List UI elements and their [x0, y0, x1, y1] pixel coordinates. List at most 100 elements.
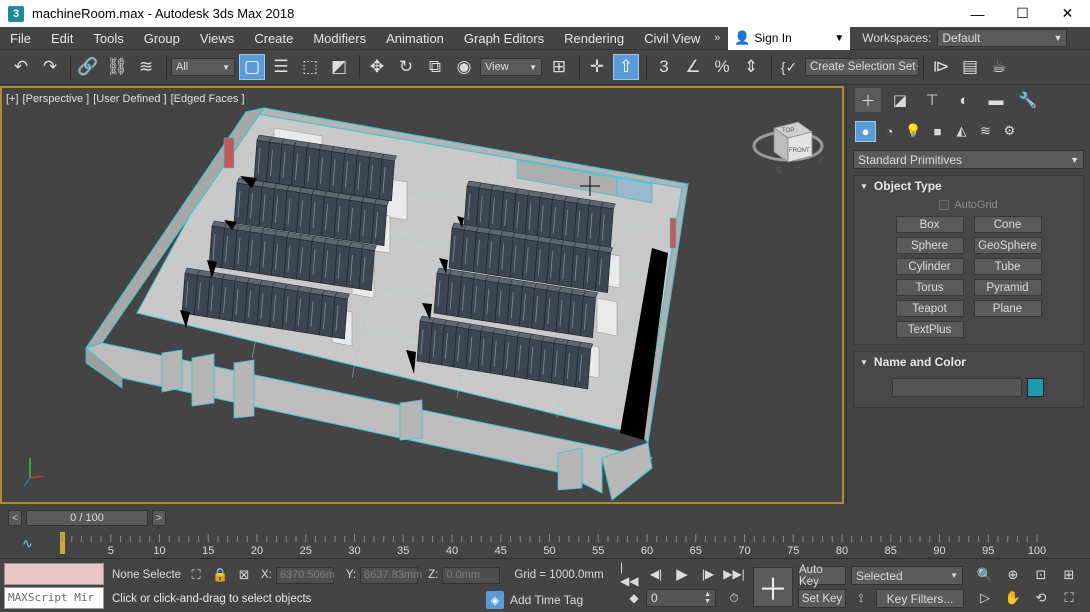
zoom-all-icon[interactable]: ⊕	[1002, 565, 1024, 584]
torus-button[interactable]: Torus	[895, 279, 964, 296]
menu-file[interactable]: File	[0, 27, 41, 50]
autogrid-checkbox[interactable]: AutoGrid	[854, 196, 1083, 214]
absolute-mode-icon[interactable]: ⊠	[235, 566, 253, 584]
select-scale-icon[interactable]: ⧉	[422, 54, 448, 80]
select-object-icon[interactable]: ▢	[239, 54, 265, 80]
selection-filter-dropdown[interactable]: All ▼	[171, 58, 235, 76]
y-coordinate-field[interactable]: 8637.83mm	[360, 566, 422, 584]
utilities-tab-icon[interactable]: 🔧	[1015, 88, 1041, 112]
cone-button[interactable]: Cone	[973, 216, 1042, 233]
set-keys-big-button[interactable]: ＋	[753, 567, 793, 607]
set-key-button[interactable]: Set Key	[798, 589, 846, 608]
next-frame-arrow-icon[interactable]: >	[152, 510, 166, 526]
angle-snap-icon[interactable]: ∠	[680, 54, 706, 80]
play-icon[interactable]: ▶	[672, 565, 692, 583]
maximize-viewport-icon[interactable]: ⛶	[1058, 588, 1080, 607]
perspective-viewport[interactable]: [+] [Perspective ] [User Defined ] [Edge…	[0, 86, 844, 504]
key-filters-button[interactable]: Key Filters...	[876, 589, 964, 608]
box-button[interactable]: Box	[895, 216, 964, 233]
close-button[interactable]: ✕	[1045, 0, 1090, 27]
orbit-icon[interactable]: ⟲	[1030, 588, 1052, 607]
key-selection-set-dropdown[interactable]: Selected ▼	[851, 566, 963, 585]
display-tab-icon[interactable]: ▬	[983, 88, 1009, 112]
redo-icon[interactable]: ↷	[37, 54, 63, 80]
viewport-shading-menu[interactable]: [Edged Faces ]	[171, 93, 245, 105]
undo-icon[interactable]: ↶	[8, 54, 34, 80]
field-of-view-icon[interactable]: ▷	[974, 588, 996, 607]
viewcube[interactable]: TOP FRONT S E	[754, 118, 826, 178]
go-to-end-icon[interactable]: ▶▶|	[723, 565, 745, 583]
previous-frame-arrow-icon[interactable]: <	[8, 510, 22, 526]
menu-animation[interactable]: Animation	[376, 27, 454, 50]
sign-in-button[interactable]: 👤 Sign In ▼	[728, 26, 851, 50]
cylinder-button[interactable]: Cylinder	[895, 258, 964, 275]
go-to-start-icon[interactable]: |◀◀	[620, 560, 640, 588]
menu-modifiers[interactable]: Modifiers	[303, 27, 376, 50]
space-warps-icon[interactable]: ≋	[975, 121, 996, 142]
modify-tab-icon[interactable]: ◪	[887, 88, 913, 112]
edit-named-selection-icon[interactable]: {✓	[776, 54, 802, 80]
textplus-button[interactable]: TextPlus	[895, 321, 964, 338]
isolate-selection-icon[interactable]: ⛶	[187, 566, 205, 584]
menu-rendering[interactable]: Rendering	[554, 27, 634, 50]
pan-view-icon[interactable]: ✋	[1002, 588, 1024, 607]
shapes-icon[interactable]: ◔	[879, 121, 900, 142]
menu-views[interactable]: Views	[190, 27, 244, 50]
default-in-out-tangents-icon[interactable]: ⟟	[851, 589, 871, 607]
teapot-button[interactable]: Teapot	[895, 300, 964, 317]
create-selection-set-dropdown[interactable]: Create Selection Set ▼	[805, 58, 919, 76]
previous-frame-icon[interactable]: ◀|	[646, 565, 666, 583]
name-and-color-header[interactable]: ▼ Name and Color	[854, 352, 1083, 372]
manipulate-icon[interactable]: ✛	[584, 54, 610, 80]
menu-graph-editors[interactable]: Graph Editors	[454, 27, 554, 50]
menu-tools[interactable]: Tools	[83, 27, 133, 50]
select-move-icon[interactable]: ✥	[364, 54, 390, 80]
tube-button[interactable]: Tube	[973, 258, 1042, 275]
next-frame-icon[interactable]: |▶	[698, 565, 718, 583]
menu-overflow-icon[interactable]: »	[710, 32, 724, 44]
menu-group[interactable]: Group	[134, 27, 190, 50]
select-rotate-icon[interactable]: ↻	[393, 54, 419, 80]
menu-create[interactable]: Create	[244, 27, 303, 50]
object-name-field[interactable]	[892, 378, 1022, 397]
reference-coord-dropdown[interactable]: View ▼	[480, 58, 542, 76]
spinner-icon[interactable]: ▲ ▼	[704, 591, 711, 605]
x-coordinate-field[interactable]: 6370.506m	[275, 566, 335, 584]
mirror-icon[interactable]: ⧐	[928, 54, 954, 80]
spinner-snap-icon[interactable]: ⇕	[738, 54, 764, 80]
plane-button[interactable]: Plane	[973, 300, 1042, 317]
sphere-button[interactable]: Sphere	[895, 237, 964, 254]
z-coordinate-field[interactable]: 0.0mm	[442, 566, 501, 584]
geosphere-button[interactable]: GeoSphere	[973, 237, 1042, 254]
percent-snap-icon[interactable]: %	[709, 54, 735, 80]
unlink-icon[interactable]: ⛓	[104, 54, 130, 80]
window-crossing-icon[interactable]: ◩	[326, 54, 352, 80]
maxscript-output[interactable]	[4, 563, 104, 585]
object-color-swatch[interactable]	[1027, 378, 1044, 397]
placement-icon[interactable]: ◉	[451, 54, 477, 80]
link-icon[interactable]: 🔗	[75, 54, 101, 80]
geometry-icon[interactable]: ●	[855, 120, 876, 142]
key-mode-toggle-icon[interactable]: ◆	[624, 589, 644, 607]
hierarchy-tab-icon[interactable]: ⊤	[919, 88, 945, 112]
motion-tab-icon[interactable]: ◐	[951, 88, 977, 112]
select-by-name-icon[interactable]: ☰	[268, 54, 294, 80]
viewport-point-of-view-menu[interactable]: [Perspective ]	[23, 93, 90, 105]
menu-civil-view[interactable]: Civil View	[634, 27, 710, 50]
bind-space-warp-icon[interactable]: ≋	[133, 54, 159, 80]
selection-lock-icon[interactable]: 🔒	[211, 566, 229, 584]
primitive-category-dropdown[interactable]: Standard Primitives ▼	[853, 150, 1084, 169]
add-time-tag-button[interactable]: ◈ Add Time Tag	[486, 591, 583, 609]
lights-icon[interactable]: 💡	[903, 121, 924, 142]
track-bar[interactable]: ∿ 5 10 15 20 25 30 35 40 45 50 55 60 65 70 75 80 85 90 95 1…	[0, 530, 1090, 558]
zoom-extents-icon[interactable]: ⊡	[1030, 565, 1052, 584]
align-icon[interactable]: ▤	[957, 54, 983, 80]
systems-icon[interactable]: ⚙	[999, 121, 1020, 142]
minimize-button[interactable]: —	[955, 0, 1000, 27]
auto-key-button[interactable]: Auto Key	[798, 564, 846, 588]
helpers-icon[interactable]: ◭	[951, 121, 972, 142]
pyramid-button[interactable]: Pyramid	[973, 279, 1042, 296]
maxscript-listener[interactable]: MAXScript Mir	[4, 563, 104, 609]
zoom-icon[interactable]: 🔍	[974, 565, 996, 584]
zoom-extents-all-icon[interactable]: ⊞	[1058, 565, 1080, 584]
